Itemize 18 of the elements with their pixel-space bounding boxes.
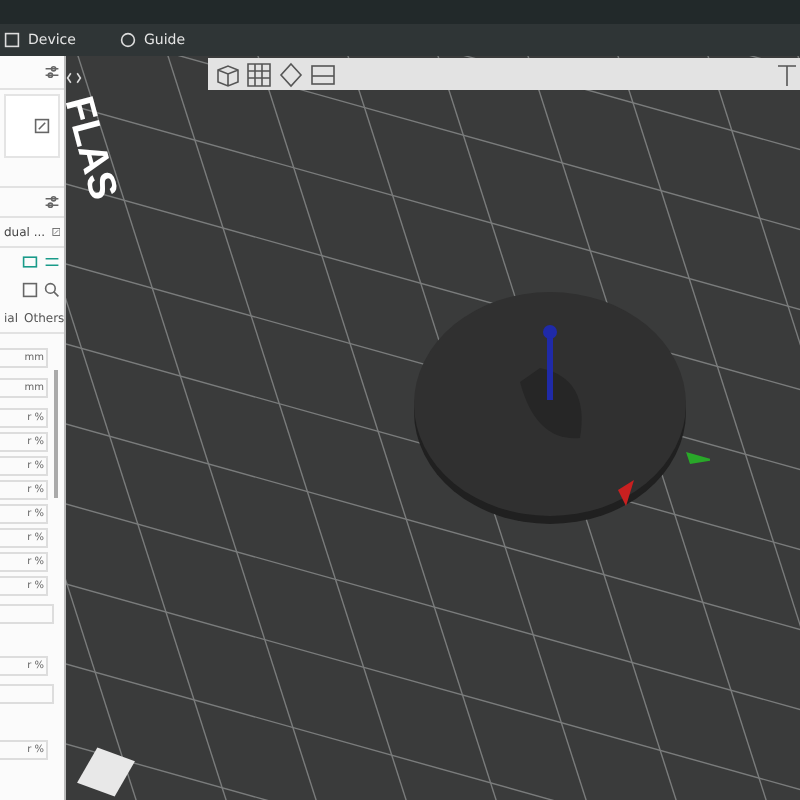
- value-field[interactable]: [0, 604, 54, 624]
- sliders-icon[interactable]: [44, 64, 60, 80]
- layers-icon[interactable]: [310, 61, 336, 87]
- layout-icon[interactable]: [22, 254, 38, 270]
- diamond-icon[interactable]: [278, 61, 304, 87]
- cube-icon[interactable]: [214, 61, 240, 87]
- grid-icon[interactable]: [246, 61, 272, 87]
- search-icon[interactable]: [44, 282, 60, 298]
- compass-icon[interactable]: [119, 32, 136, 48]
- scrollbar[interactable]: [54, 370, 58, 498]
- plate-logo: FLAS: [66, 92, 126, 205]
- edit-icon[interactable]: [34, 118, 50, 134]
- sliders-icon[interactable]: [44, 194, 60, 210]
- expand-icon[interactable]: [66, 70, 82, 86]
- edit-icon[interactable]: [51, 224, 60, 240]
- value-field[interactable]: [0, 684, 54, 704]
- text-icon[interactable]: [774, 61, 800, 87]
- device-icon[interactable]: [4, 32, 20, 48]
